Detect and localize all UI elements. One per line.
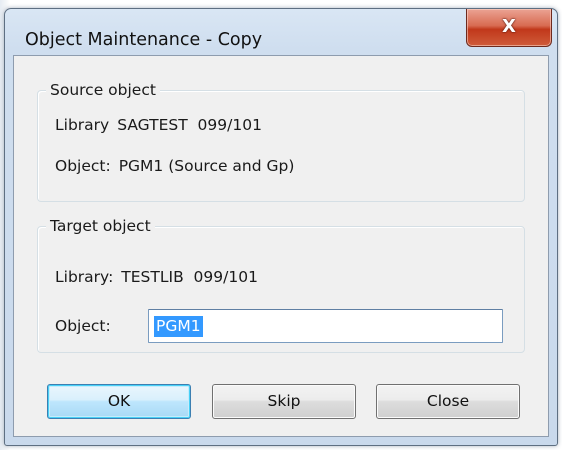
target-object-input[interactable]: PGM1 (148, 309, 503, 343)
target-library-label: Library: (55, 268, 114, 286)
target-object-group: Target object Library: TESTLIB 099/101 Ob… (37, 216, 525, 353)
close-icon: X (502, 16, 516, 37)
source-library-label: Library (55, 116, 110, 134)
window-title: Object Maintenance - Copy (25, 30, 263, 50)
target-object-input-text: PGM1 (154, 316, 203, 337)
ok-button[interactable]: OK (47, 384, 191, 419)
target-library-value: TESTLIB 099/101 (121, 268, 258, 286)
close-button[interactable]: Close (376, 384, 520, 419)
title-bar[interactable]: Object Maintenance - Copy X (5, 9, 557, 55)
source-object-group: Source object Library SAGTEST 099/101 Obj… (37, 80, 525, 202)
target-object-label: Object: (55, 317, 111, 335)
desktop-background: Object Maintenance - Copy X Source objec… (0, 0, 562, 450)
source-object-row: Object: PGM1 (Source and Gp) (55, 156, 294, 176)
skip-button[interactable]: Skip (212, 384, 356, 419)
window-close-button[interactable]: X (466, 9, 552, 47)
dialog-window: Object Maintenance - Copy X Source objec… (4, 8, 558, 446)
target-object-legend: Target object (46, 216, 155, 236)
target-library-row: Library: TESTLIB 099/101 (55, 267, 258, 287)
source-object-legend: Source object (46, 80, 160, 100)
source-library-value: SAGTEST 099/101 (117, 116, 262, 134)
source-library-row: Library SAGTEST 099/101 (55, 115, 262, 135)
source-object-value: PGM1 (Source and Gp) (118, 157, 295, 175)
target-object-label-row: Object: (55, 316, 111, 336)
source-object-label: Object: (55, 157, 111, 175)
dialog-client-area: Source object Library SAGTEST 099/101 Obj… (13, 55, 549, 437)
